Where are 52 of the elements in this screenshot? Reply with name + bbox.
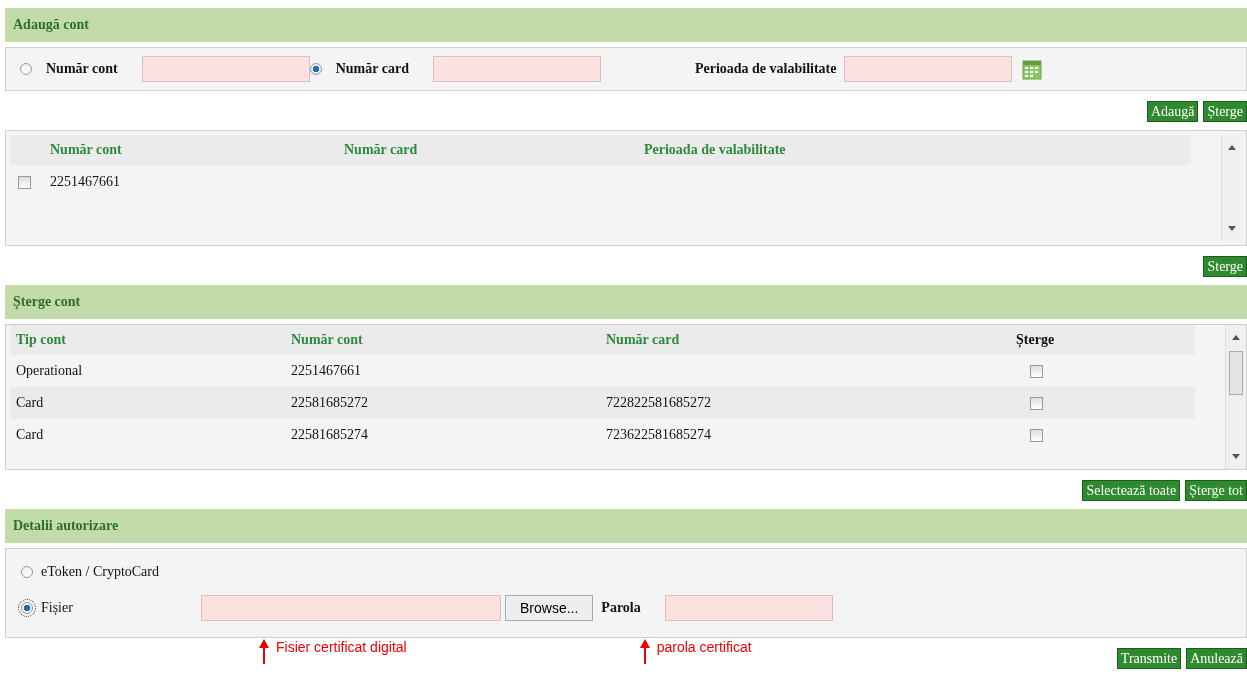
table-cell-text: Card bbox=[16, 395, 45, 411]
radio-button[interactable] bbox=[21, 566, 33, 578]
action-button[interactable]: Anulează bbox=[1186, 648, 1247, 669]
table-cell-text: Operational bbox=[16, 363, 84, 379]
checkbox[interactable] bbox=[1030, 428, 1043, 442]
table-cell-text: 723622581685274 bbox=[606, 427, 712, 443]
column-header: Număr cont bbox=[291, 332, 364, 348]
input-field[interactable] bbox=[141, 56, 310, 82]
annotation-text: parola certificat bbox=[656, 638, 752, 656]
scrollbar[interactable] bbox=[1221, 135, 1242, 241]
date-field[interactable] bbox=[844, 56, 1013, 82]
field-label: Număr cont bbox=[46, 61, 118, 77]
action-button[interactable]: Șterge tot bbox=[1185, 480, 1247, 501]
arrow-icon bbox=[638, 638, 651, 664]
action-button[interactable]: Șterge bbox=[1203, 101, 1247, 122]
radio-button[interactable] bbox=[20, 63, 32, 75]
input-field[interactable] bbox=[432, 56, 601, 82]
action-button[interactable]: Adaugă bbox=[1146, 101, 1199, 122]
arrow-icon bbox=[258, 638, 270, 664]
column-header: Perioada de valabilitate bbox=[644, 142, 787, 158]
table-cell-text: 2251467661 bbox=[291, 363, 362, 379]
file-field[interactable] bbox=[201, 595, 501, 621]
calendar-icon[interactable] bbox=[1022, 58, 1043, 80]
column-header: Tip cont bbox=[16, 332, 67, 348]
password-field[interactable] bbox=[664, 595, 833, 621]
radio-button[interactable] bbox=[21, 602, 33, 614]
checkbox[interactable] bbox=[18, 175, 31, 189]
field-label: Perioada de valabilitate bbox=[694, 61, 837, 77]
field-label: Parola bbox=[601, 600, 641, 616]
checkbox[interactable] bbox=[1030, 364, 1043, 378]
table-cell-text: 2251467661 bbox=[50, 174, 121, 190]
action-button[interactable]: Transmite bbox=[1116, 648, 1182, 669]
option-label: eToken / CryptoCard bbox=[41, 564, 159, 580]
annotation-text: Fisier certificat digital bbox=[276, 638, 407, 656]
column-header: Șterge bbox=[1016, 332, 1056, 348]
table-cell-text: 22581685272 bbox=[291, 395, 369, 411]
table-cell-text: 722822581685272 bbox=[606, 395, 712, 411]
delete-button[interactable]: Sterge bbox=[1203, 256, 1247, 277]
column-header: Număr card bbox=[606, 332, 681, 348]
checkbox[interactable] bbox=[1030, 396, 1043, 410]
section-title: Șterge cont bbox=[13, 294, 81, 310]
action-button[interactable]: Selectează toate bbox=[1082, 480, 1181, 501]
field-label: Număr card bbox=[335, 61, 409, 77]
browse-button[interactable]: Browse... bbox=[505, 595, 594, 621]
section-title: Adaugă cont bbox=[13, 17, 89, 33]
column-header: Număr card bbox=[344, 142, 419, 158]
section-title: Detalii autorizare bbox=[13, 518, 119, 534]
option-label: Fișier bbox=[41, 600, 74, 616]
table-cell-text: 22581685274 bbox=[291, 427, 369, 443]
table-cell-text: Card bbox=[16, 427, 45, 443]
column-header: Număr cont bbox=[50, 142, 123, 158]
scrollbar[interactable] bbox=[1225, 325, 1246, 469]
